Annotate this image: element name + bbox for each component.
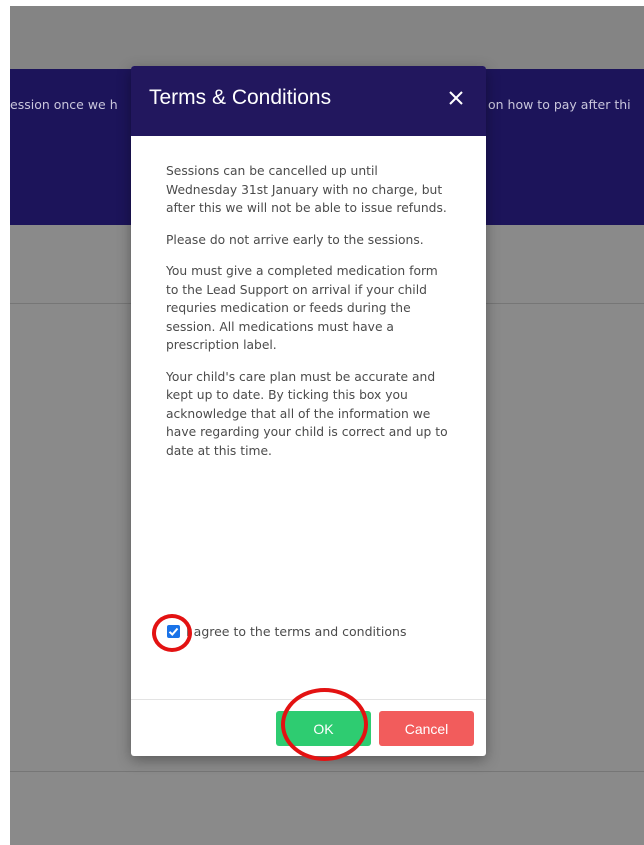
modal-header: Terms & Conditions [131, 66, 486, 136]
modal-body: Sessions can be cancelled up until Wedne… [166, 162, 451, 473]
banner-right-text: on how to pay after thi [488, 97, 631, 112]
agree-label: I agree to the terms and conditions [186, 624, 407, 639]
terms-paragraph-medication: You must give a completed medication for… [166, 264, 438, 352]
agree-row: I agree to the terms and conditions [167, 624, 406, 639]
modal-footer-divider [131, 699, 486, 700]
terms-modal: Terms & Conditions Sessions can be cance… [131, 66, 486, 756]
agree-checkbox[interactable] [167, 625, 180, 638]
cancel-button[interactable]: Cancel [379, 711, 474, 746]
banner-left-text: ession once we h [10, 97, 118, 112]
terms-paragraph-arrival: Please do not arrive early to the sessio… [166, 232, 424, 247]
modal-title: Terms & Conditions [149, 86, 332, 109]
background-top-band [10, 6, 644, 69]
ok-button[interactable]: OK [276, 711, 371, 746]
check-icon [168, 627, 179, 636]
terms-paragraph-cancellation: Sessions can be cancelled up until Wedne… [166, 164, 447, 215]
terms-paragraph-care-plan: Your child's care plan must be accurate … [166, 369, 448, 458]
background-divider [10, 771, 644, 772]
close-icon[interactable] [442, 84, 470, 112]
